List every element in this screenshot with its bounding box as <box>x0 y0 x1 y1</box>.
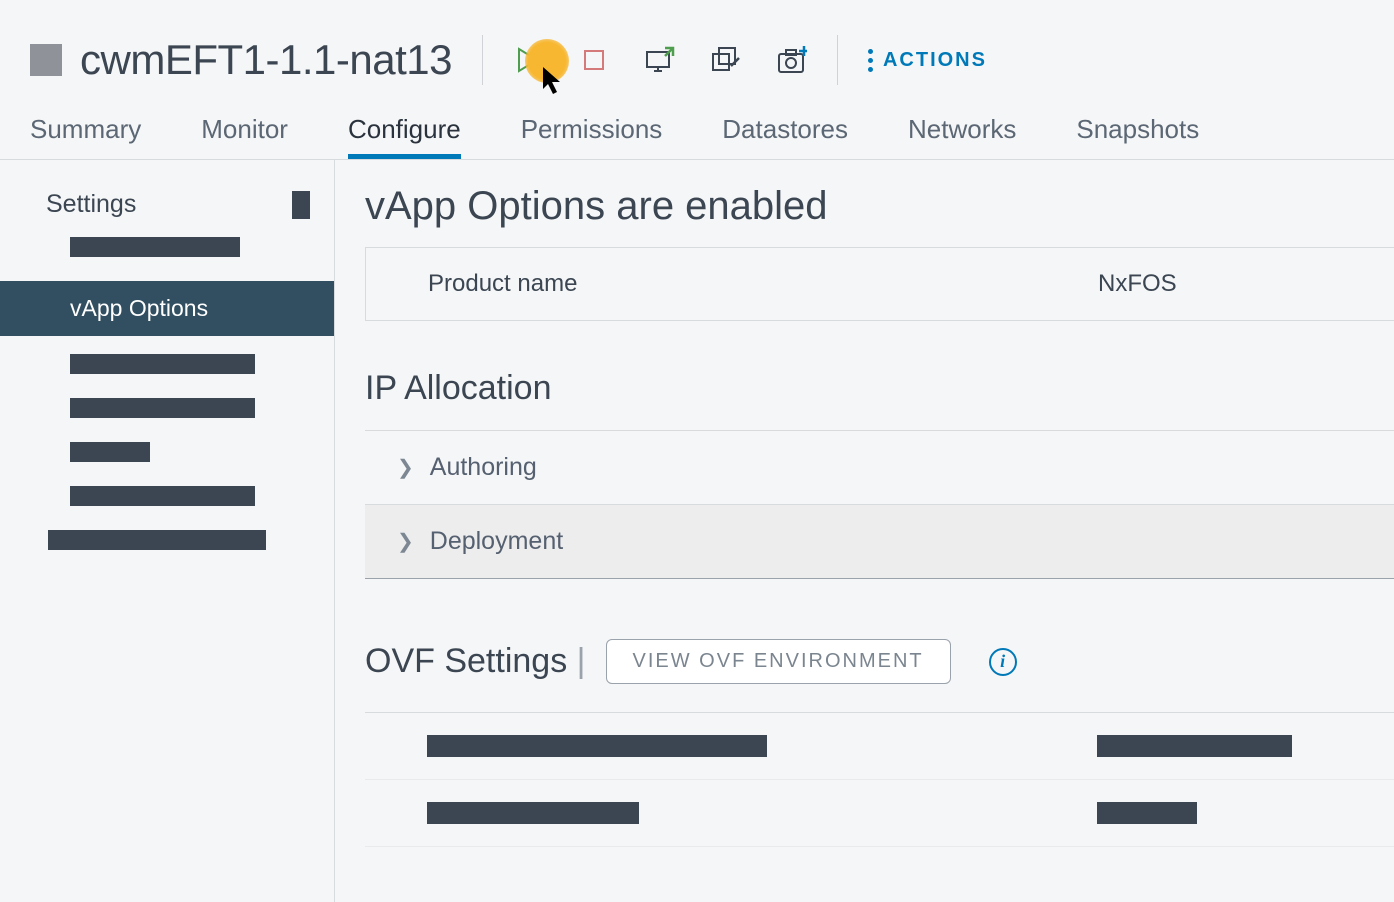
sidebar-item-vapp-options[interactable]: vApp Options <box>0 281 334 336</box>
tab-bar: Summary Monitor Configure Permissions Da… <box>0 100 1394 160</box>
redacted-label <box>427 802 639 824</box>
ip-allocation-title: IP Allocation <box>365 369 1394 408</box>
product-name-value: NxFOS <box>1098 270 1354 298</box>
edit-settings-icon[interactable] <box>711 45 741 75</box>
sidebar-item[interactable] <box>0 486 334 506</box>
menu-dots-icon <box>868 49 873 72</box>
sidebar-item[interactable] <box>0 354 334 374</box>
sidebar: Settings vApp Options <box>0 160 335 902</box>
sidebar-heading: Settings <box>46 190 136 219</box>
sidebar-item[interactable] <box>0 237 334 257</box>
sidebar-item[interactable] <box>0 530 334 550</box>
redacted-value <box>1097 735 1292 757</box>
tab-permissions[interactable]: Permissions <box>521 114 663 159</box>
toolbar <box>513 45 807 75</box>
cursor-icon <box>543 67 565 95</box>
launch-console-icon[interactable] <box>645 45 675 75</box>
ovf-table <box>365 712 1394 847</box>
product-name-label: Product name <box>428 270 1098 298</box>
sidebar-item[interactable] <box>0 442 334 462</box>
tab-summary[interactable]: Summary <box>30 114 141 159</box>
sidebar-item[interactable] <box>0 398 334 418</box>
ip-allocation-group: ❯ Authoring ❯ Deployment <box>365 430 1394 579</box>
tab-monitor[interactable]: Monitor <box>201 114 288 159</box>
info-icon[interactable]: i <box>989 648 1017 676</box>
vapp-section-title: vApp Options are enabled <box>365 184 1394 229</box>
redacted-label <box>427 735 767 757</box>
ovf-settings-title: OVF Settings | <box>365 642 586 681</box>
view-ovf-button[interactable]: VIEW OVF ENVIRONMENT <box>606 639 951 684</box>
vm-title: cwmEFT1-1.1-nat13 <box>80 36 452 84</box>
deployment-label: Deployment <box>430 527 563 556</box>
header: cwmEFT1-1.1-nat13 <box>0 0 1394 100</box>
main-content: vApp Options are enabled Product name Nx… <box>335 160 1394 902</box>
tab-configure[interactable]: Configure <box>348 114 461 159</box>
actions-label: ACTIONS <box>883 49 987 72</box>
snapshot-icon[interactable] <box>777 45 807 75</box>
tab-snapshots[interactable]: Snapshots <box>1076 114 1199 159</box>
divider <box>482 35 483 85</box>
redacted-value <box>1097 802 1197 824</box>
chevron-right-icon: ❯ <box>397 455 414 480</box>
body: Settings vApp Options vApp Options are e… <box>0 160 1394 902</box>
tab-networks[interactable]: Networks <box>908 114 1016 159</box>
tab-datastores[interactable]: Datastores <box>722 114 848 159</box>
product-row: Product name NxFOS <box>365 247 1394 321</box>
ovf-header-row: OVF Settings | VIEW OVF ENVIRONMENT i <box>365 639 1394 684</box>
scrollbar-thumb[interactable] <box>292 191 310 219</box>
actions-menu[interactable]: ACTIONS <box>868 49 987 72</box>
divider <box>837 35 838 85</box>
table-row <box>365 713 1394 780</box>
deployment-row[interactable]: ❯ Deployment <box>365 504 1394 578</box>
power-off-icon[interactable] <box>579 45 609 75</box>
authoring-label: Authoring <box>430 453 537 482</box>
vm-icon <box>30 44 62 76</box>
chevron-right-icon: ❯ <box>397 529 414 554</box>
table-row <box>365 780 1394 847</box>
authoring-row[interactable]: ❯ Authoring <box>365 431 1394 504</box>
